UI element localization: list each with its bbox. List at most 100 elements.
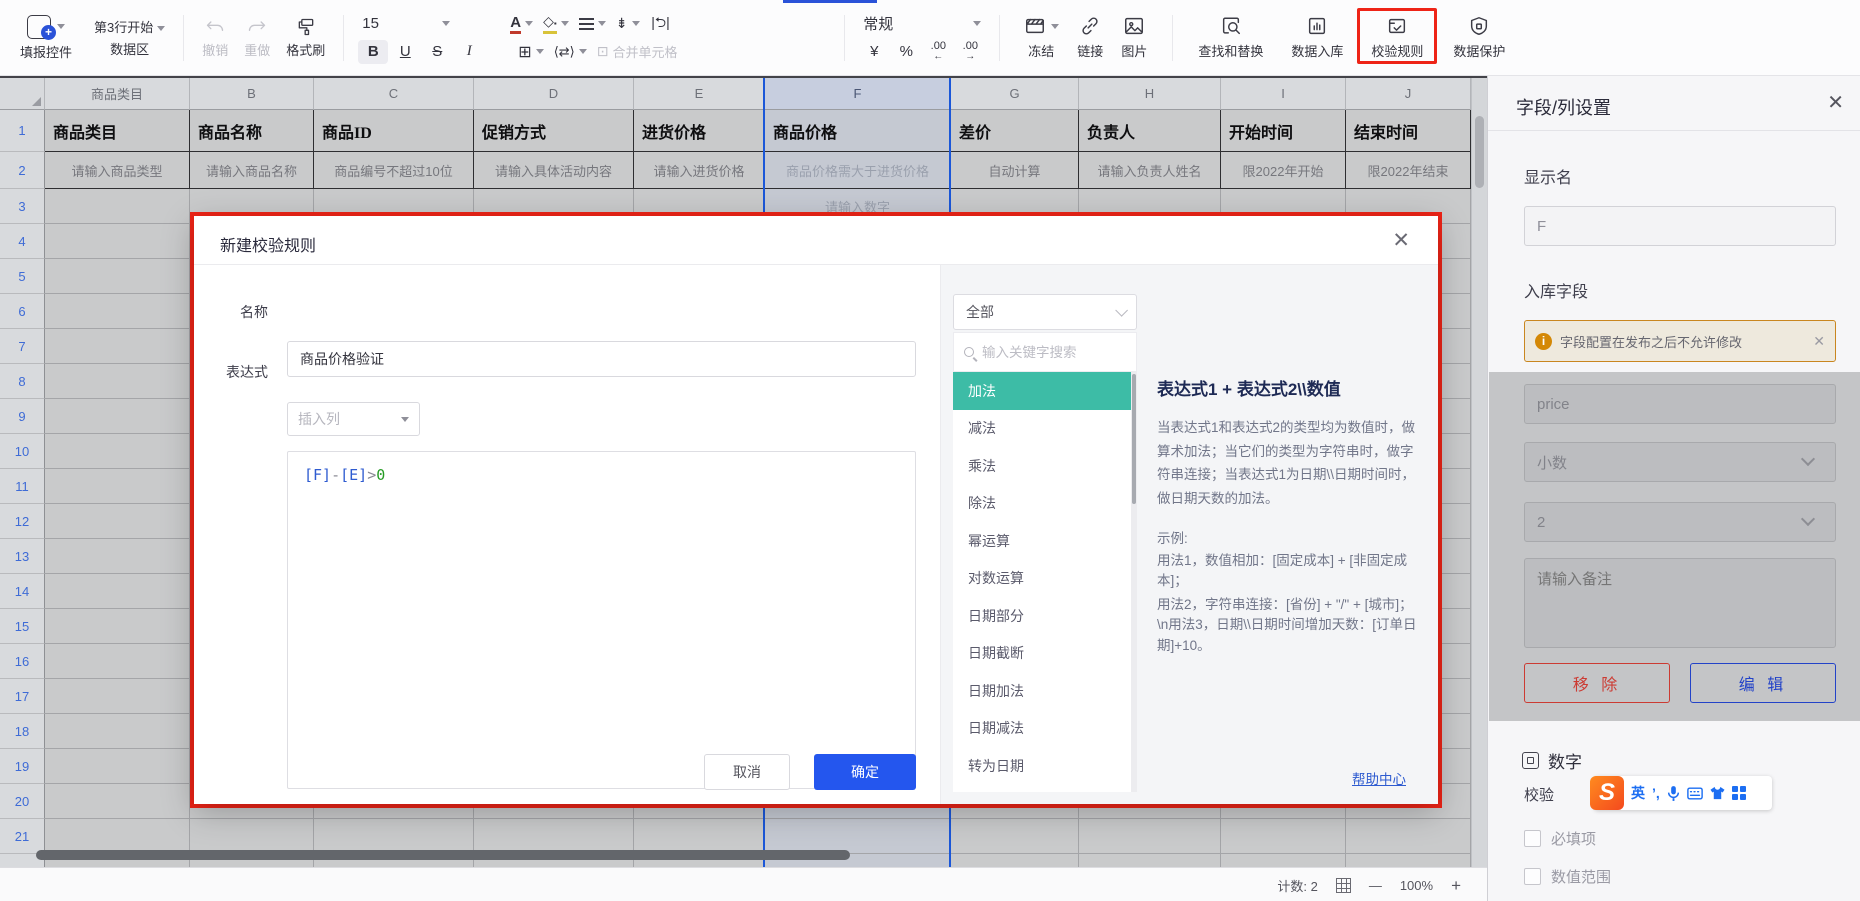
column-header[interactable]: F	[765, 78, 951, 110]
column-header[interactable]: D	[474, 78, 634, 110]
dismiss-warning-icon[interactable]: ✕	[1813, 333, 1825, 350]
row-header[interactable]: 10	[0, 434, 45, 469]
row-header[interactable]: 11	[0, 469, 45, 504]
format-painter-button[interactable]: 格式刷	[278, 17, 333, 59]
cell[interactable]	[45, 189, 190, 224]
cell[interactable]	[45, 364, 190, 399]
row-header[interactable]: 19	[0, 749, 45, 784]
cell[interactable]: 限2022年结束	[1346, 152, 1471, 189]
range-checkbox[interactable]	[1524, 868, 1541, 885]
fill-color-button[interactable]: ◇▪	[539, 12, 573, 36]
row-header[interactable]: 16	[0, 644, 45, 679]
function-list-item[interactable]: 对数运算	[953, 560, 1137, 598]
font-color-button[interactable]: A	[506, 12, 537, 36]
function-list-item[interactable]: 乘法	[953, 447, 1137, 485]
cell[interactable]	[765, 819, 951, 854]
function-list-item[interactable]: 日期减法	[953, 710, 1137, 748]
confirm-button[interactable]: 确定	[814, 754, 916, 790]
row-header[interactable]: 14	[0, 574, 45, 609]
help-center-link[interactable]: 帮助中心	[1352, 768, 1406, 788]
row-header[interactable]: 8	[0, 364, 45, 399]
function-search-input[interactable]	[982, 345, 1112, 360]
insert-column-select[interactable]: 插入列	[287, 402, 420, 436]
cell[interactable]	[45, 504, 190, 539]
cell[interactable]: 自动计算	[951, 152, 1079, 189]
zoom-in-button[interactable]: +	[1451, 877, 1461, 894]
function-list-item[interactable]: 日期部分	[953, 597, 1137, 635]
cell[interactable]	[1346, 854, 1471, 867]
function-category-select[interactable]: 全部	[953, 294, 1137, 330]
cell[interactable]: 请输入具体活动内容	[474, 152, 634, 189]
cell[interactable]: 请输入负责人姓名	[1079, 152, 1221, 189]
cell[interactable]	[45, 539, 190, 574]
cell[interactable]	[45, 749, 190, 784]
horizontal-scrollbar-thumb[interactable]	[36, 850, 850, 860]
link-button[interactable]: 链接	[1068, 15, 1112, 60]
close-icon[interactable]: ✕	[1392, 228, 1410, 253]
expression-editor[interactable]: [F]-[E]>0	[287, 451, 916, 789]
cell[interactable]	[1221, 854, 1346, 867]
cell[interactable]: 进货价格	[634, 110, 765, 152]
cell[interactable]: 请输入商品名称	[190, 152, 314, 189]
underline-button[interactable]: U	[390, 40, 420, 64]
cell[interactable]	[45, 644, 190, 679]
cell[interactable]	[634, 819, 765, 854]
image-button[interactable]: 图片	[1112, 15, 1156, 60]
increase-decimal-button[interactable]: .00→	[955, 40, 985, 64]
cell[interactable]	[190, 819, 314, 854]
freeze-button[interactable]: 冻结	[1014, 15, 1068, 60]
fill-widget-button[interactable]: + 填报控件	[12, 15, 80, 61]
cell[interactable]	[45, 469, 190, 504]
cell[interactable]	[1221, 819, 1346, 854]
data-area-button[interactable]: 第3行开始 数据区	[86, 17, 173, 58]
cell[interactable]: 差价	[951, 110, 1079, 152]
column-header[interactable]: I	[1221, 78, 1346, 110]
row-header[interactable]: 2	[0, 152, 45, 189]
row-header[interactable]: 3	[0, 189, 45, 224]
indent-button[interactable]: ⟨⇄⟩	[550, 40, 591, 64]
italic-button[interactable]: I	[454, 40, 484, 64]
align-button[interactable]	[575, 12, 610, 36]
validation-rules-button[interactable]: 校验规则	[1362, 15, 1432, 60]
column-header[interactable]: C	[314, 78, 474, 110]
redo-button[interactable]: 重做	[236, 17, 278, 59]
display-name-input[interactable]	[1524, 206, 1836, 246]
cell[interactable]: 商品价格	[765, 110, 951, 152]
cell[interactable]	[45, 224, 190, 259]
close-icon[interactable]: ✕	[1827, 90, 1844, 115]
row-header[interactable]: 17	[0, 679, 45, 714]
cell[interactable]: 商品价格需大于进货价格	[765, 152, 951, 189]
cell[interactable]	[45, 329, 190, 364]
vertical-scrollbar-track[interactable]	[1471, 78, 1487, 867]
function-list-item[interactable]: 转为日期	[953, 747, 1137, 785]
cell[interactable]: 负责人	[1079, 110, 1221, 152]
column-header[interactable]: E	[634, 78, 765, 110]
row-header[interactable]: 18	[0, 714, 45, 749]
cell[interactable]: 促销方式	[474, 110, 634, 152]
cell[interactable]: 限2022年开始	[1221, 152, 1346, 189]
cell[interactable]	[45, 399, 190, 434]
data-store-button[interactable]: 数据入库	[1282, 15, 1352, 60]
ime-toolbar[interactable]: S 英 ’,	[1594, 776, 1772, 810]
number-section-header[interactable]: 数字	[1522, 748, 1582, 773]
cell[interactable]	[474, 819, 634, 854]
cell[interactable]: 结束时间	[1346, 110, 1471, 152]
column-header[interactable]: G	[951, 78, 1079, 110]
cell[interactable]	[45, 574, 190, 609]
cell[interactable]	[45, 714, 190, 749]
rule-name-input[interactable]	[287, 341, 916, 377]
cell[interactable]: 开始时间	[1221, 110, 1346, 152]
cell[interactable]	[45, 819, 190, 854]
function-list-item[interactable]: 幂运算	[953, 522, 1137, 560]
currency-button[interactable]: ¥	[859, 40, 889, 64]
borders-button[interactable]: ⊞	[514, 40, 547, 64]
precision-select[interactable]: 2	[1524, 502, 1836, 542]
row-header[interactable]: 13	[0, 539, 45, 574]
cell[interactable]: 商品编号不超过10位	[314, 152, 474, 189]
function-list-item[interactable]: 加法	[953, 372, 1137, 410]
row-header[interactable]: 9	[0, 399, 45, 434]
undo-button[interactable]: 撤销	[194, 17, 236, 59]
function-list-item[interactable]: 日期截断	[953, 635, 1137, 673]
grid-view-icon[interactable]	[1336, 878, 1351, 893]
cell[interactable]: 请输入进货价格	[634, 152, 765, 189]
